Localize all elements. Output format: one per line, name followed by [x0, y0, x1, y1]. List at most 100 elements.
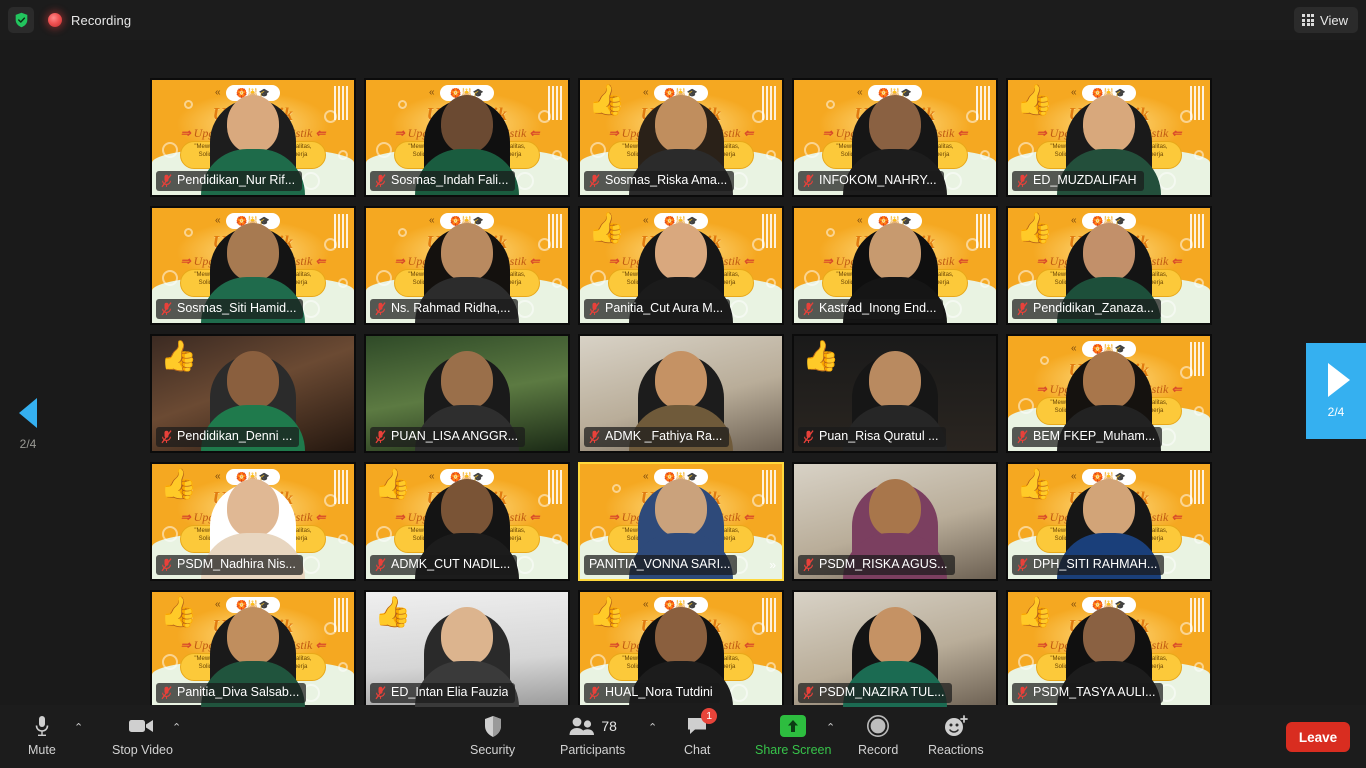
chat-button[interactable]: 1 Chat — [684, 708, 718, 757]
view-button[interactable]: View — [1294, 7, 1358, 33]
participant-tile[interactable]: «🏵️🕌🎓Up-StaTik⇒ Upgrading Staff Holistik… — [1006, 334, 1212, 453]
participant-nameplate: HUAL_Nora Tutdini — [584, 683, 720, 703]
security-button[interactable]: Security — [470, 713, 515, 757]
participant-tile[interactable]: «🏵️🕌🎓Up-StaTik⇒ Upgrading Staff Holistik… — [364, 78, 570, 197]
record-label: Record — [858, 743, 899, 757]
participant-tile[interactable]: «🏵️🕌🎓Up-StaTik⇒ Upgrading Staff Holistik… — [792, 78, 998, 197]
participant-tile[interactable]: «🏵️🕌🎓Up-StaTik⇒ Upgrading Staff Holistik… — [1006, 590, 1212, 709]
participant-name: BEM FKEP_Muham... — [1033, 429, 1156, 443]
mute-button[interactable]: Mute — [28, 713, 56, 757]
participant-face — [1083, 223, 1135, 281]
mic-muted-icon — [1017, 429, 1028, 443]
participant-tile[interactable]: «🏵️🕌🎓Up-StaTik⇒ Upgrading Staff Holistik… — [578, 206, 784, 325]
thumbs-up-reaction-icon: 👍 — [160, 340, 198, 373]
participant-name: HUAL_Nora Tutdini — [605, 685, 713, 699]
participant-face — [655, 95, 707, 153]
mic-muted-icon — [589, 301, 600, 315]
participants-button[interactable]: 78 Participants — [560, 713, 625, 757]
participant-face — [441, 607, 493, 665]
recording-indicator[interactable]: Recording — [48, 13, 131, 28]
share-arrow-icon-box — [780, 713, 807, 739]
participant-tile[interactable]: «🏵️🕌🎓Up-StaTik⇒ Upgrading Staff Holistik… — [364, 206, 570, 325]
participant-face — [227, 351, 279, 409]
participant-nameplate: Sosmas_Riska Ama... — [584, 171, 735, 191]
participant-tile[interactable]: «🏵️🕌🎓Up-StaTik⇒ Upgrading Staff Holistik… — [578, 590, 784, 709]
background-bars — [334, 86, 348, 120]
mic-muted-icon — [161, 557, 172, 571]
video-options-caret[interactable]: ⌃ — [172, 723, 181, 734]
participant-name: PSDM_Nadhira Nis... — [177, 557, 296, 571]
participants-caret[interactable]: ⌃ — [648, 723, 657, 734]
security-label: Security — [470, 743, 516, 757]
background-bars — [1190, 86, 1204, 120]
participant-tile[interactable]: «🏵️🕌🎓Up-StaTik⇒ Upgrading Staff Holistik… — [150, 590, 356, 709]
participant-tile[interactable]: «🏵️🕌🎓Up-StaTik⇒ Upgrading Staff Holistik… — [792, 206, 998, 325]
participant-name: ED_Intan Elia Fauzia — [391, 685, 509, 699]
audio-options-caret[interactable]: ⌃ — [74, 723, 83, 734]
participant-name: PSDM_NAZIRA TUL... — [819, 685, 945, 699]
participant-tile[interactable]: «🏵️🕌🎓Up-StaTik⇒ Upgrading Staff Holistik… — [578, 462, 784, 581]
participant-name: PANITIA_VONNA SARI... — [589, 557, 731, 571]
participant-tile[interactable]: PSDM_NAZIRA TUL... — [792, 590, 998, 709]
participant-nameplate: ED_Intan Elia Fauzia — [370, 683, 516, 703]
participant-nameplate: Pendidikan_Denni ... — [156, 427, 300, 447]
participant-tile[interactable]: «🏵️🕌🎓Up-StaTik⇒ Upgrading Staff Holistik… — [1006, 462, 1212, 581]
participant-face — [869, 479, 921, 537]
participant-tile[interactable]: PUAN_LISA ANGGR... — [364, 334, 570, 453]
reactions-button[interactable]: Reactions — [928, 713, 984, 757]
share-screen-button[interactable]: Share Screen — [755, 713, 831, 757]
top-bar: Recording View — [0, 0, 1366, 40]
mic-muted-icon — [803, 557, 814, 571]
mic-muted-icon — [375, 429, 386, 443]
participant-tile[interactable]: «🏵️🕌🎓Up-StaTik⇒ Upgrading Staff Holistik… — [364, 462, 570, 581]
people-icon — [569, 717, 595, 735]
participant-tile[interactable]: 👍 ED_Intan Elia Fauzia — [364, 590, 570, 709]
encryption-shield-button[interactable] — [8, 7, 34, 33]
previous-page-button[interactable]: 2/4 — [0, 383, 56, 465]
previous-page-indicator: 2/4 — [19, 436, 37, 451]
participant-face — [441, 95, 493, 153]
meeting-toolbar: Mute ⌃ Stop Video ⌃ Security 78 Particip… — [0, 705, 1366, 768]
participant-tile[interactable]: PSDM_RISKA AGUS... — [792, 462, 998, 581]
participant-tile[interactable]: «🏵️🕌🎓Up-StaTik⇒ Upgrading Staff Holistik… — [1006, 206, 1212, 325]
chat-label: Chat — [684, 743, 711, 757]
participant-nameplate: DPH_SITI RAHMAH... — [1012, 555, 1165, 575]
leave-label: Leave — [1298, 729, 1338, 745]
participant-name: PSDM_RISKA AGUS... — [819, 557, 948, 571]
next-page-indicator: 2/4 — [1327, 405, 1345, 419]
participant-name: Panitia_Diva Salsab... — [177, 685, 300, 699]
participant-tile[interactable]: 👍 Puan_Risa Quratul ... — [792, 334, 998, 453]
thumbs-up-reaction-icon: 👍 — [588, 596, 626, 629]
participant-face — [869, 223, 921, 281]
mic-muted-icon — [1017, 173, 1028, 187]
participant-name: Pendidikan_Nur Rif... — [177, 173, 296, 187]
participant-nameplate: Pendidikan_Nur Rif... — [156, 171, 303, 191]
next-page-button[interactable]: 2/4 — [1306, 343, 1366, 439]
participant-face — [869, 607, 921, 665]
background-bars — [548, 214, 562, 248]
participant-tile[interactable]: «🏵️🕌🎓Up-StaTik⇒ Upgrading Staff Holistik… — [578, 78, 784, 197]
participant-nameplate: ED_MUZDALIFAH — [1012, 171, 1144, 191]
mic-muted-icon — [589, 429, 600, 443]
background-bars — [1190, 214, 1204, 248]
participant-tile[interactable]: «🏵️🕌🎓Up-StaTik⇒ Upgrading Staff Holistik… — [150, 78, 356, 197]
participant-tile[interactable]: «🏵️🕌🎓Up-StaTik⇒ Upgrading Staff Holistik… — [1006, 78, 1212, 197]
leave-button[interactable]: Leave — [1286, 722, 1350, 752]
participant-tile[interactable]: «🏵️🕌🎓Up-StaTik⇒ Upgrading Staff Holistik… — [150, 206, 356, 325]
participant-face — [227, 607, 279, 665]
mic-muted-icon — [803, 173, 814, 187]
share-screen-label: Share Screen — [755, 743, 832, 757]
share-options-caret[interactable]: ⌃ — [826, 723, 835, 734]
record-button[interactable]: Record — [858, 713, 898, 757]
participant-tile[interactable]: 👍 Pendidikan_Denni ... — [150, 334, 356, 453]
participant-face — [869, 95, 921, 153]
participant-nameplate: Sosmas_Indah Fali... — [370, 171, 516, 191]
stop-video-button[interactable]: Stop Video — [112, 713, 173, 757]
participant-face — [655, 223, 707, 281]
mic-muted-icon — [803, 301, 814, 315]
mic-muted-icon — [161, 685, 172, 699]
participant-nameplate: PSDM_Nadhira Nis... — [156, 555, 303, 575]
participant-nameplate: PSDM_RISKA AGUS... — [798, 555, 955, 575]
participant-tile[interactable]: ADMK _Fathiya Ra... — [578, 334, 784, 453]
participant-tile[interactable]: «🏵️🕌🎓Up-StaTik⇒ Upgrading Staff Holistik… — [150, 462, 356, 581]
